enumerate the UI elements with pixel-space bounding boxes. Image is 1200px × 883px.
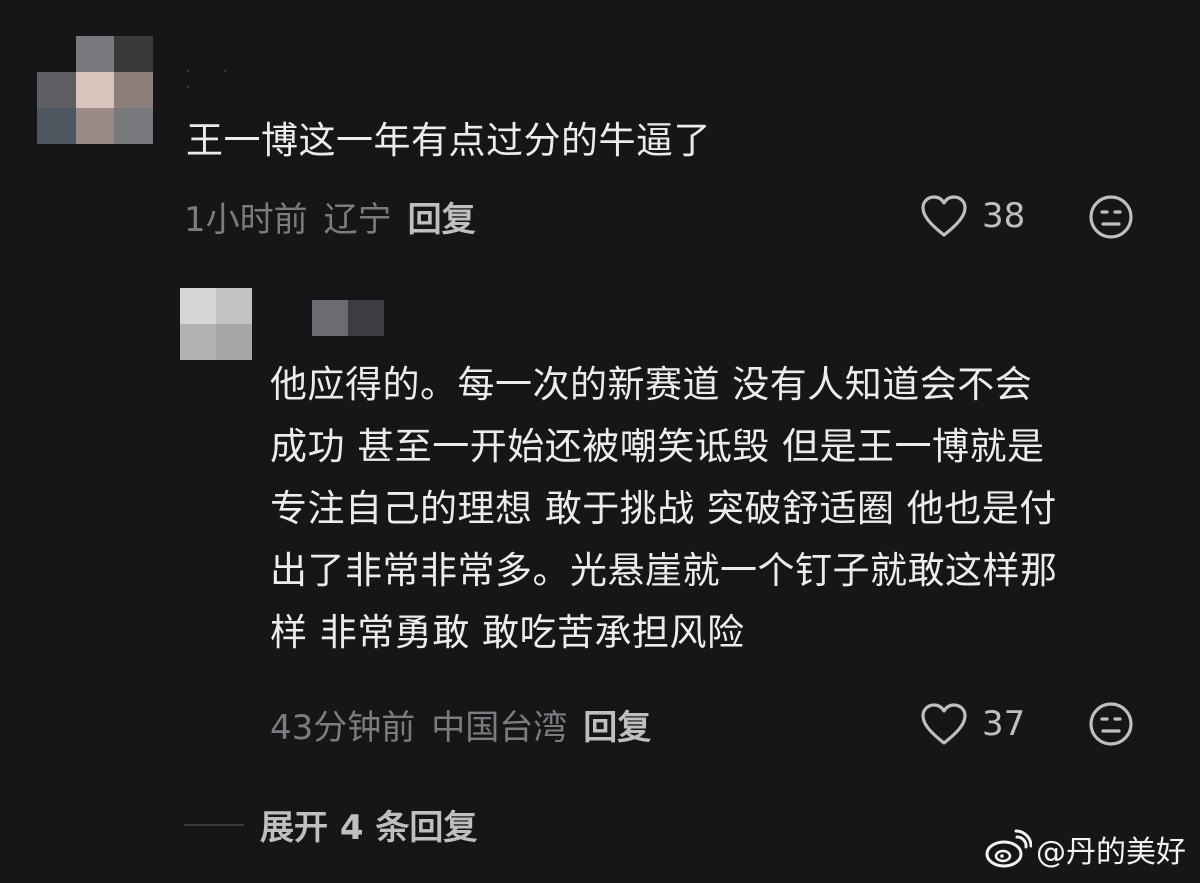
- reply-meta: 43分钟前 中国台湾 回复: [270, 700, 651, 748]
- watermark-text: @丹的美好: [1036, 835, 1186, 870]
- mosaic-block: [348, 300, 384, 336]
- comment-like-count: 38: [982, 196, 1026, 236]
- mosaic-block: [37, 36, 76, 72]
- reply-text-line: 样 非常勇敢 敢吃苦承担风险: [270, 611, 745, 654]
- commenter-avatar[interactable]: [37, 36, 153, 144]
- mosaic-block: [216, 288, 252, 324]
- mosaic-block: [37, 108, 76, 144]
- mosaic-block: [114, 108, 153, 144]
- reply-text: 他应得的。每一次的新赛道 没有人知道会不会 成功 甚至一开始还被嘲笑诋毁 但是王…: [270, 354, 1170, 664]
- comment-dislike-button[interactable]: [1088, 194, 1134, 240]
- weibo-logo-icon: [985, 829, 1032, 868]
- watermark: @丹的美好: [984, 827, 1186, 871]
- expand-divider: [184, 823, 244, 826]
- mosaic-block: [180, 324, 216, 360]
- comment-time: 1小时前: [184, 199, 308, 240]
- heart-icon: [921, 703, 967, 745]
- frown-face-icon: [1089, 195, 1133, 239]
- comment-meta: 1小时前 辽宁 回复: [184, 192, 476, 240]
- frown-face-icon: [1089, 702, 1133, 746]
- mosaic-block: [114, 36, 153, 72]
- reply-text-line: 他应得的。每一次的新赛道 没有人知道会不会: [270, 363, 1033, 406]
- expand-replies-label: 展开 4 条回复: [260, 808, 478, 848]
- mosaic-block: [37, 72, 76, 108]
- mosaic-block: [180, 288, 216, 324]
- comment-like-button[interactable]: 38: [920, 192, 1025, 240]
- reply-location: 中国台湾: [431, 707, 568, 748]
- mosaic-block: [75, 36, 115, 72]
- mosaic-block: [312, 300, 348, 336]
- mosaic-block: [75, 72, 115, 108]
- reply-text-line: 出了非常非常多。光悬崖就一个钉子就敢这样那: [270, 549, 1058, 592]
- reply-like-button[interactable]: 37: [920, 700, 1025, 748]
- reply-text-line: 专注自己的理想 敢于挑战 突破舒适圈 他也是付: [270, 487, 1057, 530]
- mosaic-block: [216, 324, 252, 360]
- reply-time: 43分钟前: [270, 707, 416, 748]
- reply-like-count: 37: [982, 704, 1026, 744]
- mosaic-block: [384, 300, 420, 336]
- reply-reply-button[interactable]: 回复: [583, 700, 651, 749]
- reply-text-line: 成功 甚至一开始还被嘲笑诋毁 但是王一博就是: [270, 425, 1045, 468]
- commenter-name-blurred[interactable]: · · ·: [186, 64, 256, 96]
- heart-icon: [921, 195, 967, 237]
- comment-reply-button[interactable]: 回复: [408, 192, 476, 241]
- comment-location: 辽宁: [323, 199, 392, 240]
- comment-text: 王一博这一年有点过分的牛逼了: [186, 119, 711, 162]
- reply-dislike-button[interactable]: [1088, 701, 1134, 747]
- expand-replies-button[interactable]: 展开 4 条回复: [184, 800, 477, 849]
- reply-name-blurred[interactable]: [276, 300, 436, 336]
- mosaic-block: [114, 72, 153, 108]
- reply-avatar[interactable]: [180, 288, 252, 360]
- mosaic-block: [276, 300, 312, 336]
- mosaic-block: [75, 108, 115, 144]
